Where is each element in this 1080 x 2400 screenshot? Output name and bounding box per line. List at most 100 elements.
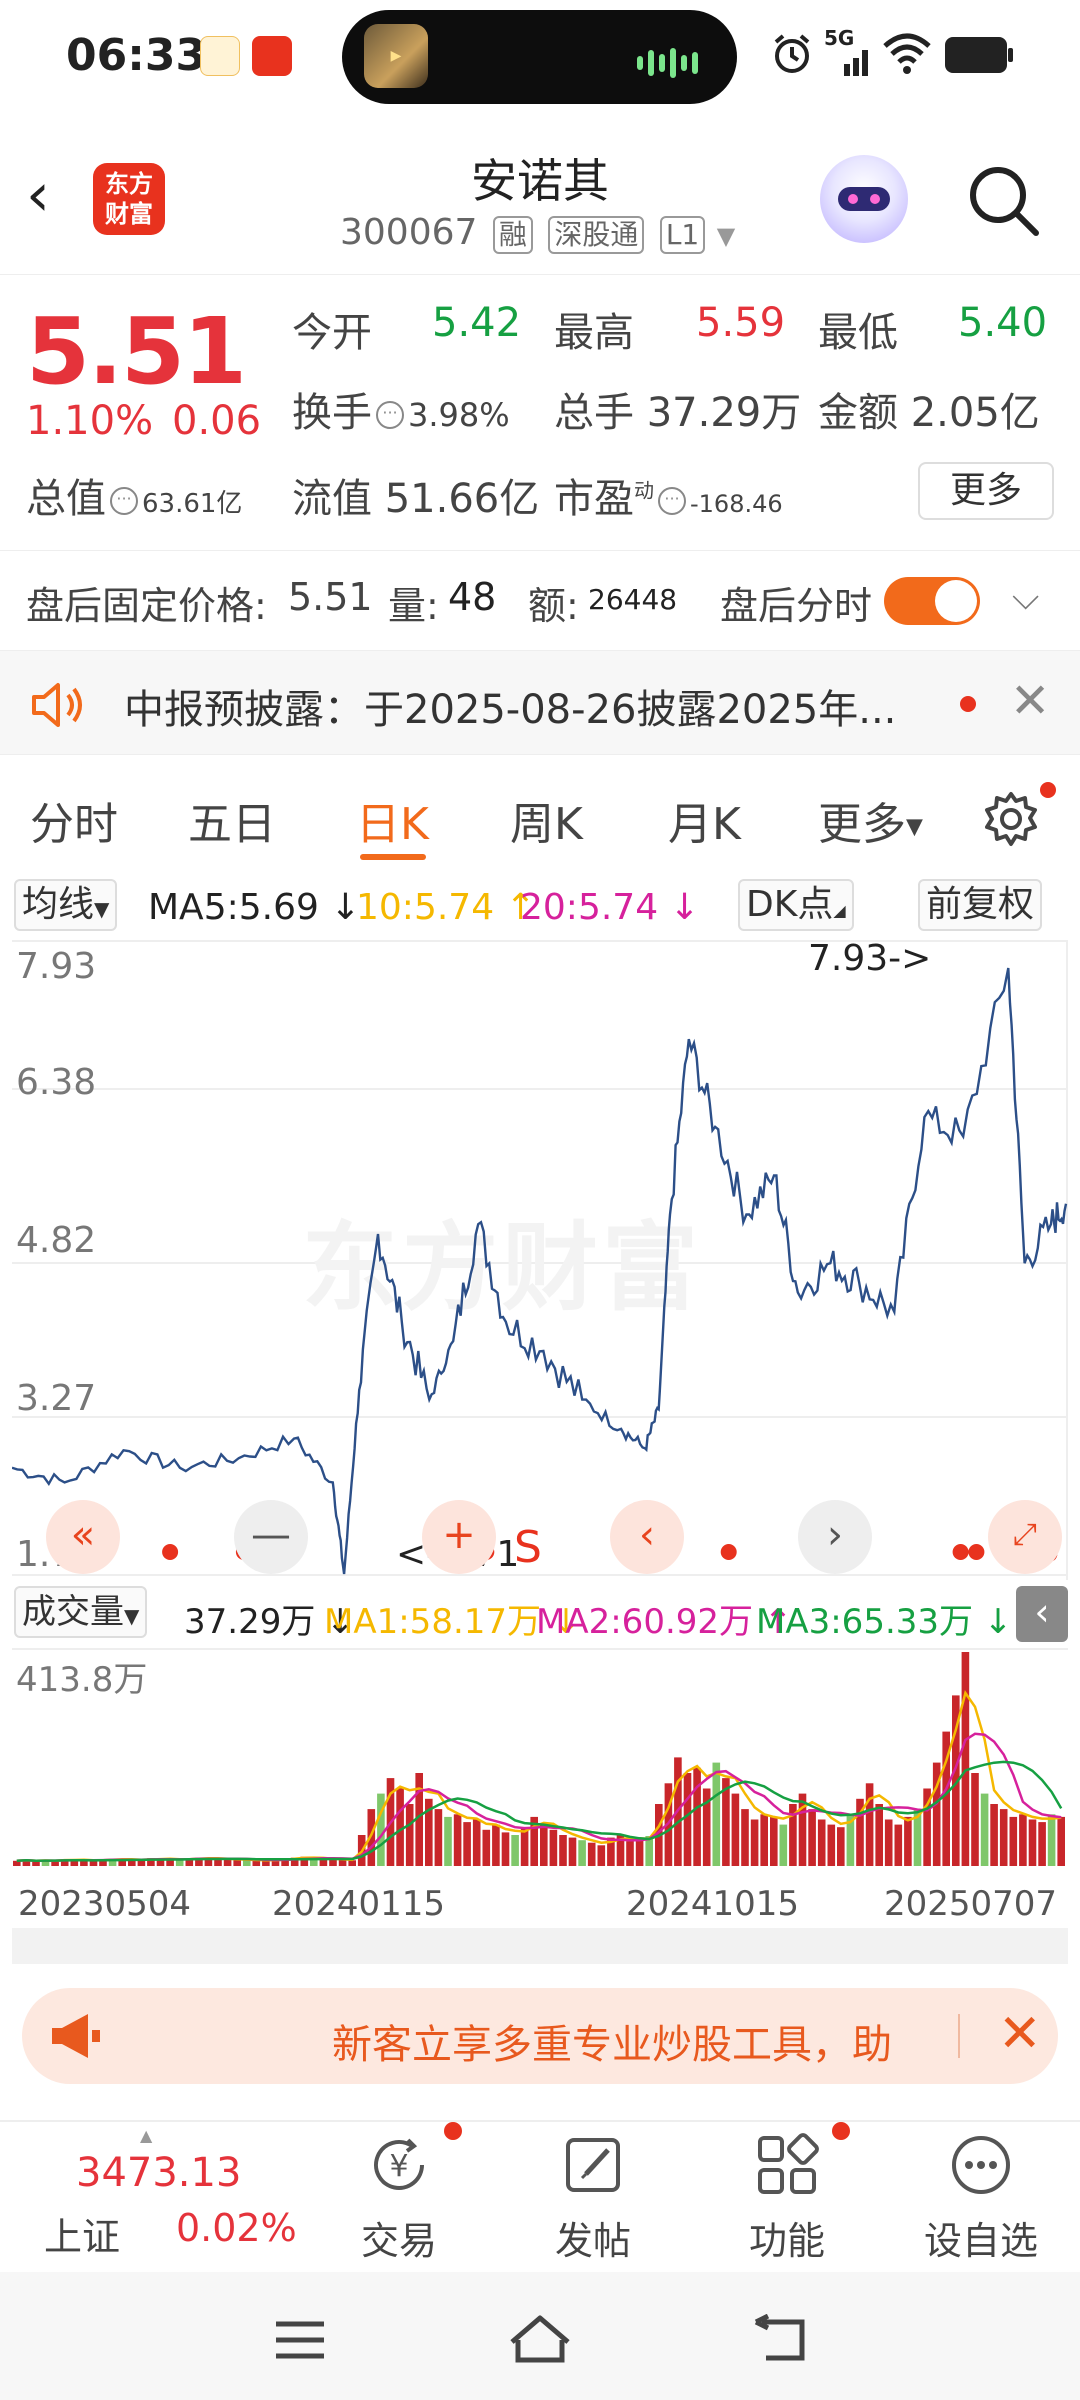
volume-bar xyxy=(587,1842,596,1866)
info-icon[interactable]: ··· xyxy=(658,487,686,515)
dk-point-selector[interactable]: DK点◢ xyxy=(738,879,854,931)
volume-bar xyxy=(482,1829,491,1866)
close-icon[interactable]: ✕ xyxy=(1010,673,1050,729)
volume-bar xyxy=(1028,1819,1037,1866)
volume-bar xyxy=(540,1824,548,1866)
expand-up-icon[interactable]: ▲ xyxy=(140,2126,152,2145)
info-icon[interactable]: ··· xyxy=(110,487,138,515)
low-value: 5.40 xyxy=(958,300,1048,346)
promo-banner[interactable]: 新客立享多重专业炒股工具，助 ✕ xyxy=(22,1988,1058,2084)
tab-daily-k[interactable]: 日K xyxy=(356,788,429,852)
x-tick-label: 20241015 xyxy=(626,1884,800,1924)
search-icon[interactable] xyxy=(966,163,1042,239)
total-mv-value: 63.61亿 xyxy=(142,489,243,519)
nav-add-watchlist[interactable]: 设自选 xyxy=(906,2130,1056,2265)
ma-selector[interactable]: 均线▼ xyxy=(14,879,118,931)
tab-intraday[interactable]: 分时 xyxy=(30,788,118,852)
volume-bar xyxy=(770,1816,778,1866)
volume-bar-chart[interactable]: 413.8万 xyxy=(12,1648,1068,1868)
eastmoney-notification-icon xyxy=(252,36,292,76)
volume-bar xyxy=(511,1835,519,1866)
gear-icon[interactable] xyxy=(980,788,1042,850)
back-icon[interactable] xyxy=(752,2314,810,2364)
change-amount: 0.06 xyxy=(172,398,262,444)
status-bar: 06:33 ▶ 5G xyxy=(0,0,1080,115)
adjust-selector[interactable]: 前复权 xyxy=(918,879,1043,931)
zoom-out-icon[interactable]: — xyxy=(234,1500,308,1574)
ai-assistant-icon[interactable] xyxy=(820,155,908,243)
volume-bar xyxy=(827,1824,836,1866)
volume-bar xyxy=(875,1804,883,1866)
info-icon[interactable]: ··· xyxy=(376,401,404,429)
volume-bar xyxy=(453,1814,462,1866)
step-forward-icon[interactable]: › xyxy=(798,1500,872,1574)
announcement-text: 中报预披露：于2025-08-26披露2025年... xyxy=(124,687,897,733)
collapse-arrow-icon[interactable]: ‹ xyxy=(1016,1586,1068,1642)
signal-dot xyxy=(952,1544,969,1560)
turnover-label-text: 换手 xyxy=(292,390,372,436)
volume-bar xyxy=(434,1809,443,1866)
volume-bar xyxy=(817,1819,826,1866)
ma20-value: 20:5.74 ↓ xyxy=(520,887,700,928)
dropdown-triangle-icon: ▼ xyxy=(94,897,110,921)
volume-bar xyxy=(693,1767,701,1866)
after-hours-vol-label: 量: xyxy=(388,584,439,628)
zoom-in-icon[interactable]: + xyxy=(422,1500,496,1574)
volume-bar xyxy=(990,1804,998,1866)
tab-weekly-k[interactable]: 周K xyxy=(510,788,583,852)
price-line-chart[interactable]: 7.93 6.38 4.82 3.27 1.71 东方财富 7.93-> <-1… xyxy=(12,938,1068,1580)
index-value[interactable]: 3473.13 xyxy=(76,2150,241,2196)
wifi-icon xyxy=(883,33,931,74)
nav-functions[interactable]: 功能 xyxy=(712,2130,862,2265)
x-tick-label: 20250707 xyxy=(884,1884,1058,1924)
volume-label: 总手 37.29万 xyxy=(554,380,801,438)
float-mv-value: 51.66亿 xyxy=(384,476,540,522)
nav-badge-dot xyxy=(832,2122,850,2140)
home-icon[interactable] xyxy=(506,2312,574,2366)
fast-backward-icon[interactable]: « xyxy=(46,1500,120,1574)
after-hours-toggle[interactable] xyxy=(884,577,980,625)
turnover-label: 换手 ··· 3.98% xyxy=(292,380,510,438)
grid-icon xyxy=(758,2133,819,2194)
chevron-down-icon[interactable]: ⌵ xyxy=(1012,577,1039,619)
step-back-icon[interactable]: ‹ xyxy=(610,1500,684,1574)
nav-trade-label: 交易 xyxy=(360,2219,437,2263)
volume-bar xyxy=(999,1809,1008,1866)
nav-post[interactable]: 发帖 xyxy=(518,2130,668,2265)
signal-dot xyxy=(720,1544,737,1560)
tab-monthly-k[interactable]: 月K xyxy=(668,788,741,852)
volume-bars-svg xyxy=(13,1652,1065,1866)
system-nav-bar xyxy=(0,2272,1080,2400)
menu-icon[interactable] xyxy=(272,2318,328,2362)
volume-bar xyxy=(750,1819,759,1866)
volume-selector-label: 成交量 xyxy=(22,1592,124,1632)
more-button[interactable]: 更多 xyxy=(918,462,1054,520)
close-icon[interactable]: ✕ xyxy=(998,2004,1042,2064)
float-market-value: 流值 51.66亿 xyxy=(292,466,539,524)
stock-code-row[interactable]: 300067 融 深股通 L1 ▼ xyxy=(340,212,735,254)
dynamic-island[interactable]: ▶ xyxy=(342,10,737,104)
tag-level: L1 xyxy=(659,216,706,254)
index-name[interactable]: 上证 xyxy=(44,2206,120,2261)
tag-connect: 深股通 xyxy=(548,216,645,254)
volume-bar xyxy=(405,1804,414,1866)
alarm-icon xyxy=(774,34,810,73)
index-change: 0.02% xyxy=(176,2206,297,2250)
volume-bar xyxy=(798,1793,807,1866)
nav-trade[interactable]: ¥ 交易 xyxy=(324,2130,474,2265)
pe-ratio: 市盈动 ··· -168.46 xyxy=(554,466,783,524)
float-mv-label: 流值 xyxy=(292,476,372,522)
fullscreen-icon[interactable]: ⤢ xyxy=(988,1500,1062,1574)
volume-selector[interactable]: 成交量▼ xyxy=(14,1586,148,1638)
stock-code: 300067 xyxy=(340,212,478,253)
announcement-banner[interactable]: 中报预披露：于2025-08-26披露2025年... ✕ xyxy=(0,650,1080,755)
vol-ma2: MA2:60.92万 ↑ xyxy=(536,1602,793,1642)
low-label: 最低 xyxy=(818,310,898,356)
volume-bar xyxy=(741,1809,749,1866)
tab-more[interactable]: 更多▼ xyxy=(818,788,923,852)
status-time: 06:33 xyxy=(66,30,207,81)
tab-five-day[interactable]: 五日 xyxy=(188,788,276,852)
volume-bar xyxy=(904,1816,912,1866)
x-tick-label: 20240115 xyxy=(272,1884,446,1924)
volume-bar xyxy=(348,1860,356,1866)
